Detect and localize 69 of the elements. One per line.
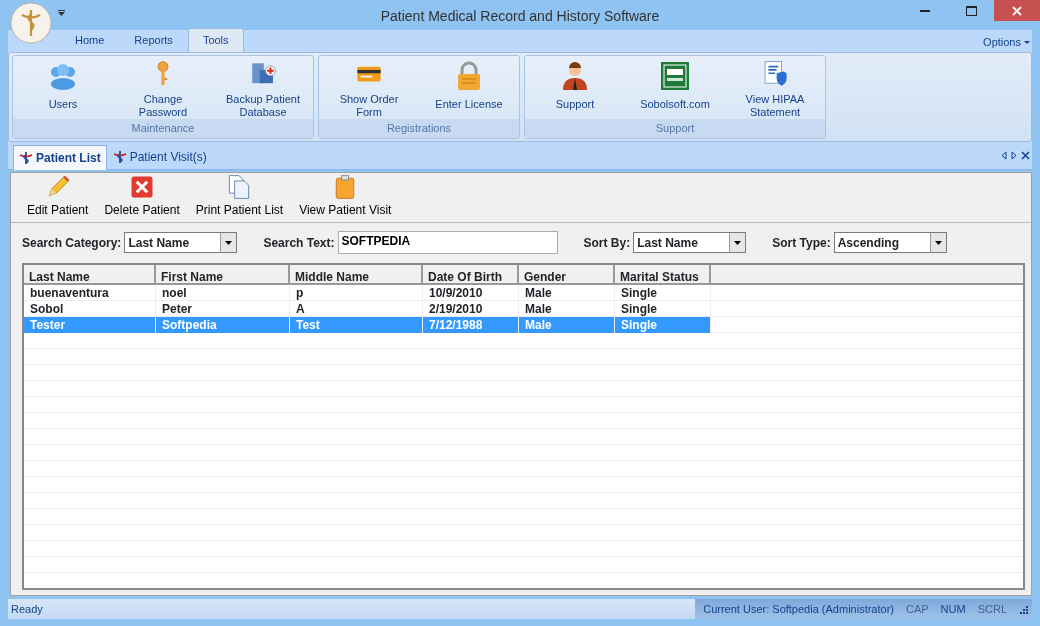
toolbar-button[interactable]: Delete Patient xyxy=(100,173,184,222)
dropdown[interactable]: Ascending xyxy=(833,232,947,253)
ribbon-button[interactable]: Sobolsoft.com xyxy=(625,56,725,119)
options-menu[interactable]: Options xyxy=(983,34,1030,51)
group-label: Support xyxy=(525,118,825,138)
column-header[interactable]: First Name xyxy=(156,265,290,283)
status-message: Ready xyxy=(10,601,44,617)
resize-grip-icon[interactable] xyxy=(1019,604,1028,614)
dropdown-icon[interactable] xyxy=(58,10,65,16)
group-label: Registrations xyxy=(319,118,519,138)
dropdown[interactable]: Last Name xyxy=(633,232,747,253)
scroll-left-icon[interactable] xyxy=(1001,151,1007,160)
current-user-label: Current User: Softpedia (Administrator) xyxy=(703,601,894,617)
key-indicator: SCRL xyxy=(977,601,1007,617)
ribbon-button[interactable]: Backup Patient Database xyxy=(213,56,313,119)
caret-icon xyxy=(225,240,233,245)
field-label: Sort Type: xyxy=(772,234,831,252)
caduceus-icon xyxy=(19,151,33,165)
table-cell: noel xyxy=(156,285,290,301)
close-icon[interactable] xyxy=(1021,151,1030,160)
ribbon-button[interactable]: Users xyxy=(13,56,113,119)
table-cell: Tester xyxy=(24,317,156,333)
document-tab[interactable]: Patient Visit(s) xyxy=(106,144,213,169)
dropdown[interactable]: Last Name xyxy=(124,232,238,253)
caduceus-icon xyxy=(112,150,127,164)
key-indicator: CAP xyxy=(905,601,929,617)
toolbar-button[interactable]: Print Patient List xyxy=(191,173,288,222)
document-tab[interactable]: Patient List xyxy=(13,145,107,170)
table-cell: 10/9/2010 xyxy=(423,285,519,301)
minimize-icon xyxy=(920,9,930,12)
close-icon xyxy=(1012,5,1022,16)
field-label: Sort By: xyxy=(583,234,631,252)
toolbar-button[interactable]: View Patient Visit xyxy=(295,173,396,222)
search-field[interactable]: SOFTPEDIA xyxy=(337,231,558,254)
field-label: Search Category: xyxy=(22,234,122,252)
table-cell: Test xyxy=(290,317,423,333)
column-header[interactable]: Date Of Birth xyxy=(423,265,519,283)
sobolsoft-logo-icon xyxy=(659,60,691,92)
key-indicator: NUM xyxy=(940,601,966,617)
table-cell: Single xyxy=(615,285,711,301)
caret-icon xyxy=(934,240,942,245)
table-cell: Softpedia xyxy=(156,317,290,333)
column-header[interactable]: Middle Name xyxy=(290,265,423,283)
ribbon-button[interactable]: Show Order Form xyxy=(319,56,419,119)
scroll-right-icon[interactable] xyxy=(1011,151,1017,160)
toolbar-button[interactable]: Edit Patient xyxy=(23,173,93,222)
ribbon-tab[interactable]: Reports xyxy=(119,27,188,52)
table-row[interactable]: buenaventura noel p 10/9/2010 Male Single xyxy=(24,285,1023,301)
table-cell: Single xyxy=(615,317,711,333)
ribbon-button[interactable]: Change Password xyxy=(113,56,213,119)
window-title: Patient Medical Record and History Software xyxy=(379,7,661,26)
field-label: Search Text: xyxy=(263,234,335,252)
ribbon-button[interactable]: View HIPAA Statement xyxy=(725,56,825,119)
ribbon-button[interactable]: Support xyxy=(525,56,625,119)
table-cell: 7/12/1988 xyxy=(423,317,519,333)
group-label: Maintenance xyxy=(13,118,313,138)
ribbon-button[interactable]: Enter License xyxy=(419,56,519,119)
table-cell: buenaventura xyxy=(24,285,156,301)
column-header[interactable]: Last Name xyxy=(24,265,156,283)
column-header[interactable]: Gender xyxy=(519,265,615,283)
caret-icon xyxy=(1024,41,1030,46)
ribbon-tab[interactable]: Tools xyxy=(187,27,244,52)
caret-icon xyxy=(734,240,742,245)
table-cell: Male xyxy=(519,285,615,301)
caduceus-logo-icon[interactable] xyxy=(10,2,52,44)
ribbon-tab[interactable]: Home xyxy=(60,27,120,52)
maximize-icon xyxy=(965,5,977,16)
table-cell: p xyxy=(290,285,423,301)
table-cell: Male xyxy=(519,317,615,333)
